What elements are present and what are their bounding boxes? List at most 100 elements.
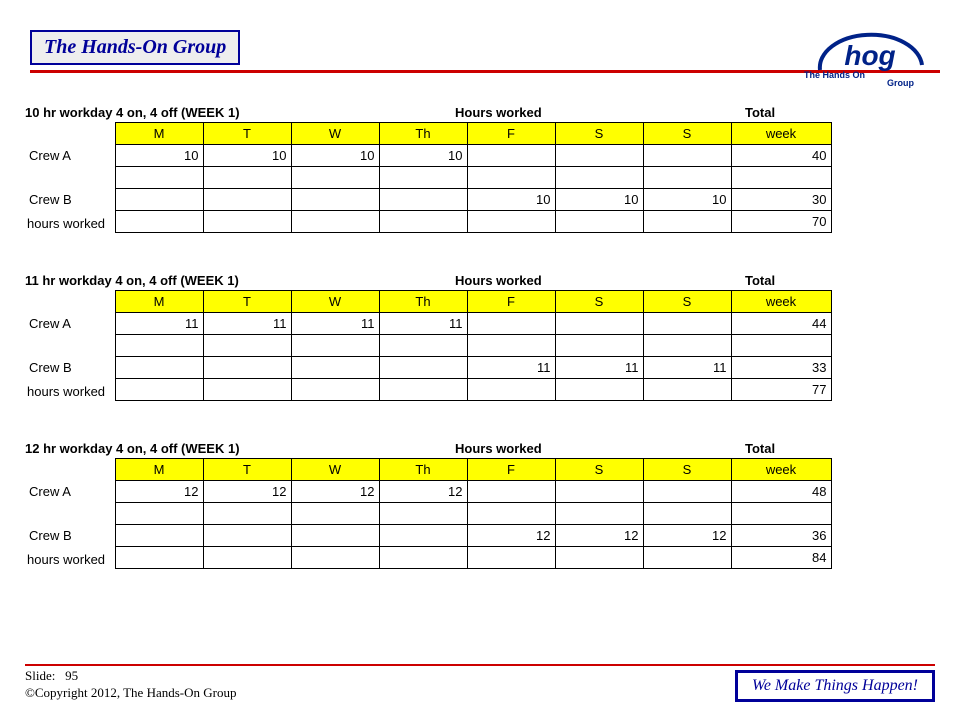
logo-sub2: Group bbox=[887, 78, 914, 88]
col-header: week bbox=[731, 291, 831, 313]
cell: 11 bbox=[379, 313, 467, 335]
table-row: Crew A 12 12 12 12 48 bbox=[25, 481, 831, 503]
col-header: W bbox=[291, 291, 379, 313]
cell bbox=[467, 313, 555, 335]
col-header: F bbox=[467, 459, 555, 481]
cell: 12 bbox=[555, 525, 643, 547]
hours-worked-label: Hours worked bbox=[455, 441, 655, 456]
table-row bbox=[25, 167, 831, 189]
cell bbox=[291, 525, 379, 547]
row-label: Crew B bbox=[25, 357, 115, 379]
cell bbox=[291, 189, 379, 211]
total-label: Total bbox=[745, 273, 775, 288]
grand-total: 77 bbox=[731, 379, 831, 401]
footer: Slide: 95 ©Copyright 2012, The Hands-On … bbox=[25, 668, 935, 702]
hours-worked-suffix: hours worked bbox=[27, 552, 105, 567]
cell: 11 bbox=[115, 313, 203, 335]
schedule-table: M T W Th F S S week Crew A 10 10 10 10 bbox=[25, 122, 832, 233]
cell: 44 bbox=[731, 313, 831, 335]
cell bbox=[555, 313, 643, 335]
col-header: S bbox=[555, 123, 643, 145]
cell: 40 bbox=[731, 145, 831, 167]
table-row: Crew A 10 10 10 10 40 bbox=[25, 145, 831, 167]
cell bbox=[379, 525, 467, 547]
cell bbox=[643, 145, 731, 167]
cell: 12 bbox=[467, 525, 555, 547]
col-header: S bbox=[643, 291, 731, 313]
cell bbox=[555, 481, 643, 503]
col-header: M bbox=[115, 291, 203, 313]
col-header: Th bbox=[379, 123, 467, 145]
col-header: T bbox=[203, 291, 291, 313]
block-title: 11 hr workday 4 on, 4 off (WEEK 1) bbox=[25, 273, 455, 288]
table-row: Crew B 12 12 12 36 bbox=[25, 525, 831, 547]
cell: 30 bbox=[731, 189, 831, 211]
hours-worked-suffix: hours worked bbox=[27, 216, 105, 231]
hours-worked-label: Hours worked bbox=[455, 273, 655, 288]
col-header: M bbox=[115, 123, 203, 145]
schedule-table: M T W Th F S S week Crew A 12 12 12 12 bbox=[25, 458, 832, 569]
row-label: Crew B bbox=[25, 525, 115, 547]
cell: 10 bbox=[115, 145, 203, 167]
block-title: 12 hr workday 4 on, 4 off (WEEK 1) bbox=[25, 441, 455, 456]
table-row: Crew B 11 11 11 33 bbox=[25, 357, 831, 379]
col-header: M bbox=[115, 459, 203, 481]
cell: 12 bbox=[643, 525, 731, 547]
cell: 48 bbox=[731, 481, 831, 503]
cell: 10 bbox=[291, 145, 379, 167]
grand-total: 84 bbox=[731, 547, 831, 569]
cell bbox=[115, 525, 203, 547]
table-row bbox=[25, 335, 831, 357]
tagline: We Make Things Happen! bbox=[735, 670, 935, 702]
logo-text: hog bbox=[810, 42, 930, 70]
cell bbox=[379, 357, 467, 379]
cell: 11 bbox=[555, 357, 643, 379]
cell: 11 bbox=[467, 357, 555, 379]
col-header: T bbox=[203, 459, 291, 481]
col-header: T bbox=[203, 123, 291, 145]
schedule-block-10hr: 10 hr workday 4 on, 4 off (WEEK 1) Hours… bbox=[25, 105, 935, 233]
title-box: The Hands-On Group bbox=[30, 30, 240, 65]
slide-label: Slide: bbox=[25, 668, 55, 683]
table-row: 77 bbox=[25, 379, 831, 401]
schedule-block-11hr: 11 hr workday 4 on, 4 off (WEEK 1) Hours… bbox=[25, 273, 935, 401]
cell: 11 bbox=[203, 313, 291, 335]
cell: 11 bbox=[291, 313, 379, 335]
cell: 12 bbox=[379, 481, 467, 503]
cell: 10 bbox=[203, 145, 291, 167]
cell bbox=[291, 357, 379, 379]
logo-sub1: The Hands On bbox=[804, 70, 865, 80]
row-label: Crew A bbox=[25, 481, 115, 503]
cell bbox=[203, 189, 291, 211]
copyright: ©Copyright 2012, The Hands-On Group bbox=[25, 685, 236, 702]
cell bbox=[555, 145, 643, 167]
col-header: S bbox=[555, 291, 643, 313]
col-header: W bbox=[291, 459, 379, 481]
col-header: S bbox=[643, 123, 731, 145]
table-row: Crew A 11 11 11 11 44 bbox=[25, 313, 831, 335]
cell: 10 bbox=[379, 145, 467, 167]
col-header: S bbox=[643, 459, 731, 481]
cell: 36 bbox=[731, 525, 831, 547]
col-header: W bbox=[291, 123, 379, 145]
footer-rule bbox=[25, 664, 935, 666]
cell bbox=[467, 481, 555, 503]
cell bbox=[467, 145, 555, 167]
grand-total: 70 bbox=[731, 211, 831, 233]
slide-number: 95 bbox=[65, 668, 78, 683]
total-label: Total bbox=[745, 105, 775, 120]
col-header: week bbox=[731, 123, 831, 145]
block-title: 10 hr workday 4 on, 4 off (WEEK 1) bbox=[25, 105, 455, 120]
col-header: F bbox=[467, 123, 555, 145]
cell bbox=[115, 189, 203, 211]
row-label: Crew A bbox=[25, 313, 115, 335]
col-header: Th bbox=[379, 291, 467, 313]
logo: hog The Hands On Group bbox=[800, 20, 940, 90]
table-row bbox=[25, 503, 831, 525]
table-row: Crew B 10 10 10 30 bbox=[25, 189, 831, 211]
total-label: Total bbox=[745, 441, 775, 456]
col-header: Th bbox=[379, 459, 467, 481]
cell bbox=[203, 357, 291, 379]
content: 10 hr workday 4 on, 4 off (WEEK 1) Hours… bbox=[0, 85, 960, 569]
hours-worked-suffix: hours worked bbox=[27, 384, 105, 399]
